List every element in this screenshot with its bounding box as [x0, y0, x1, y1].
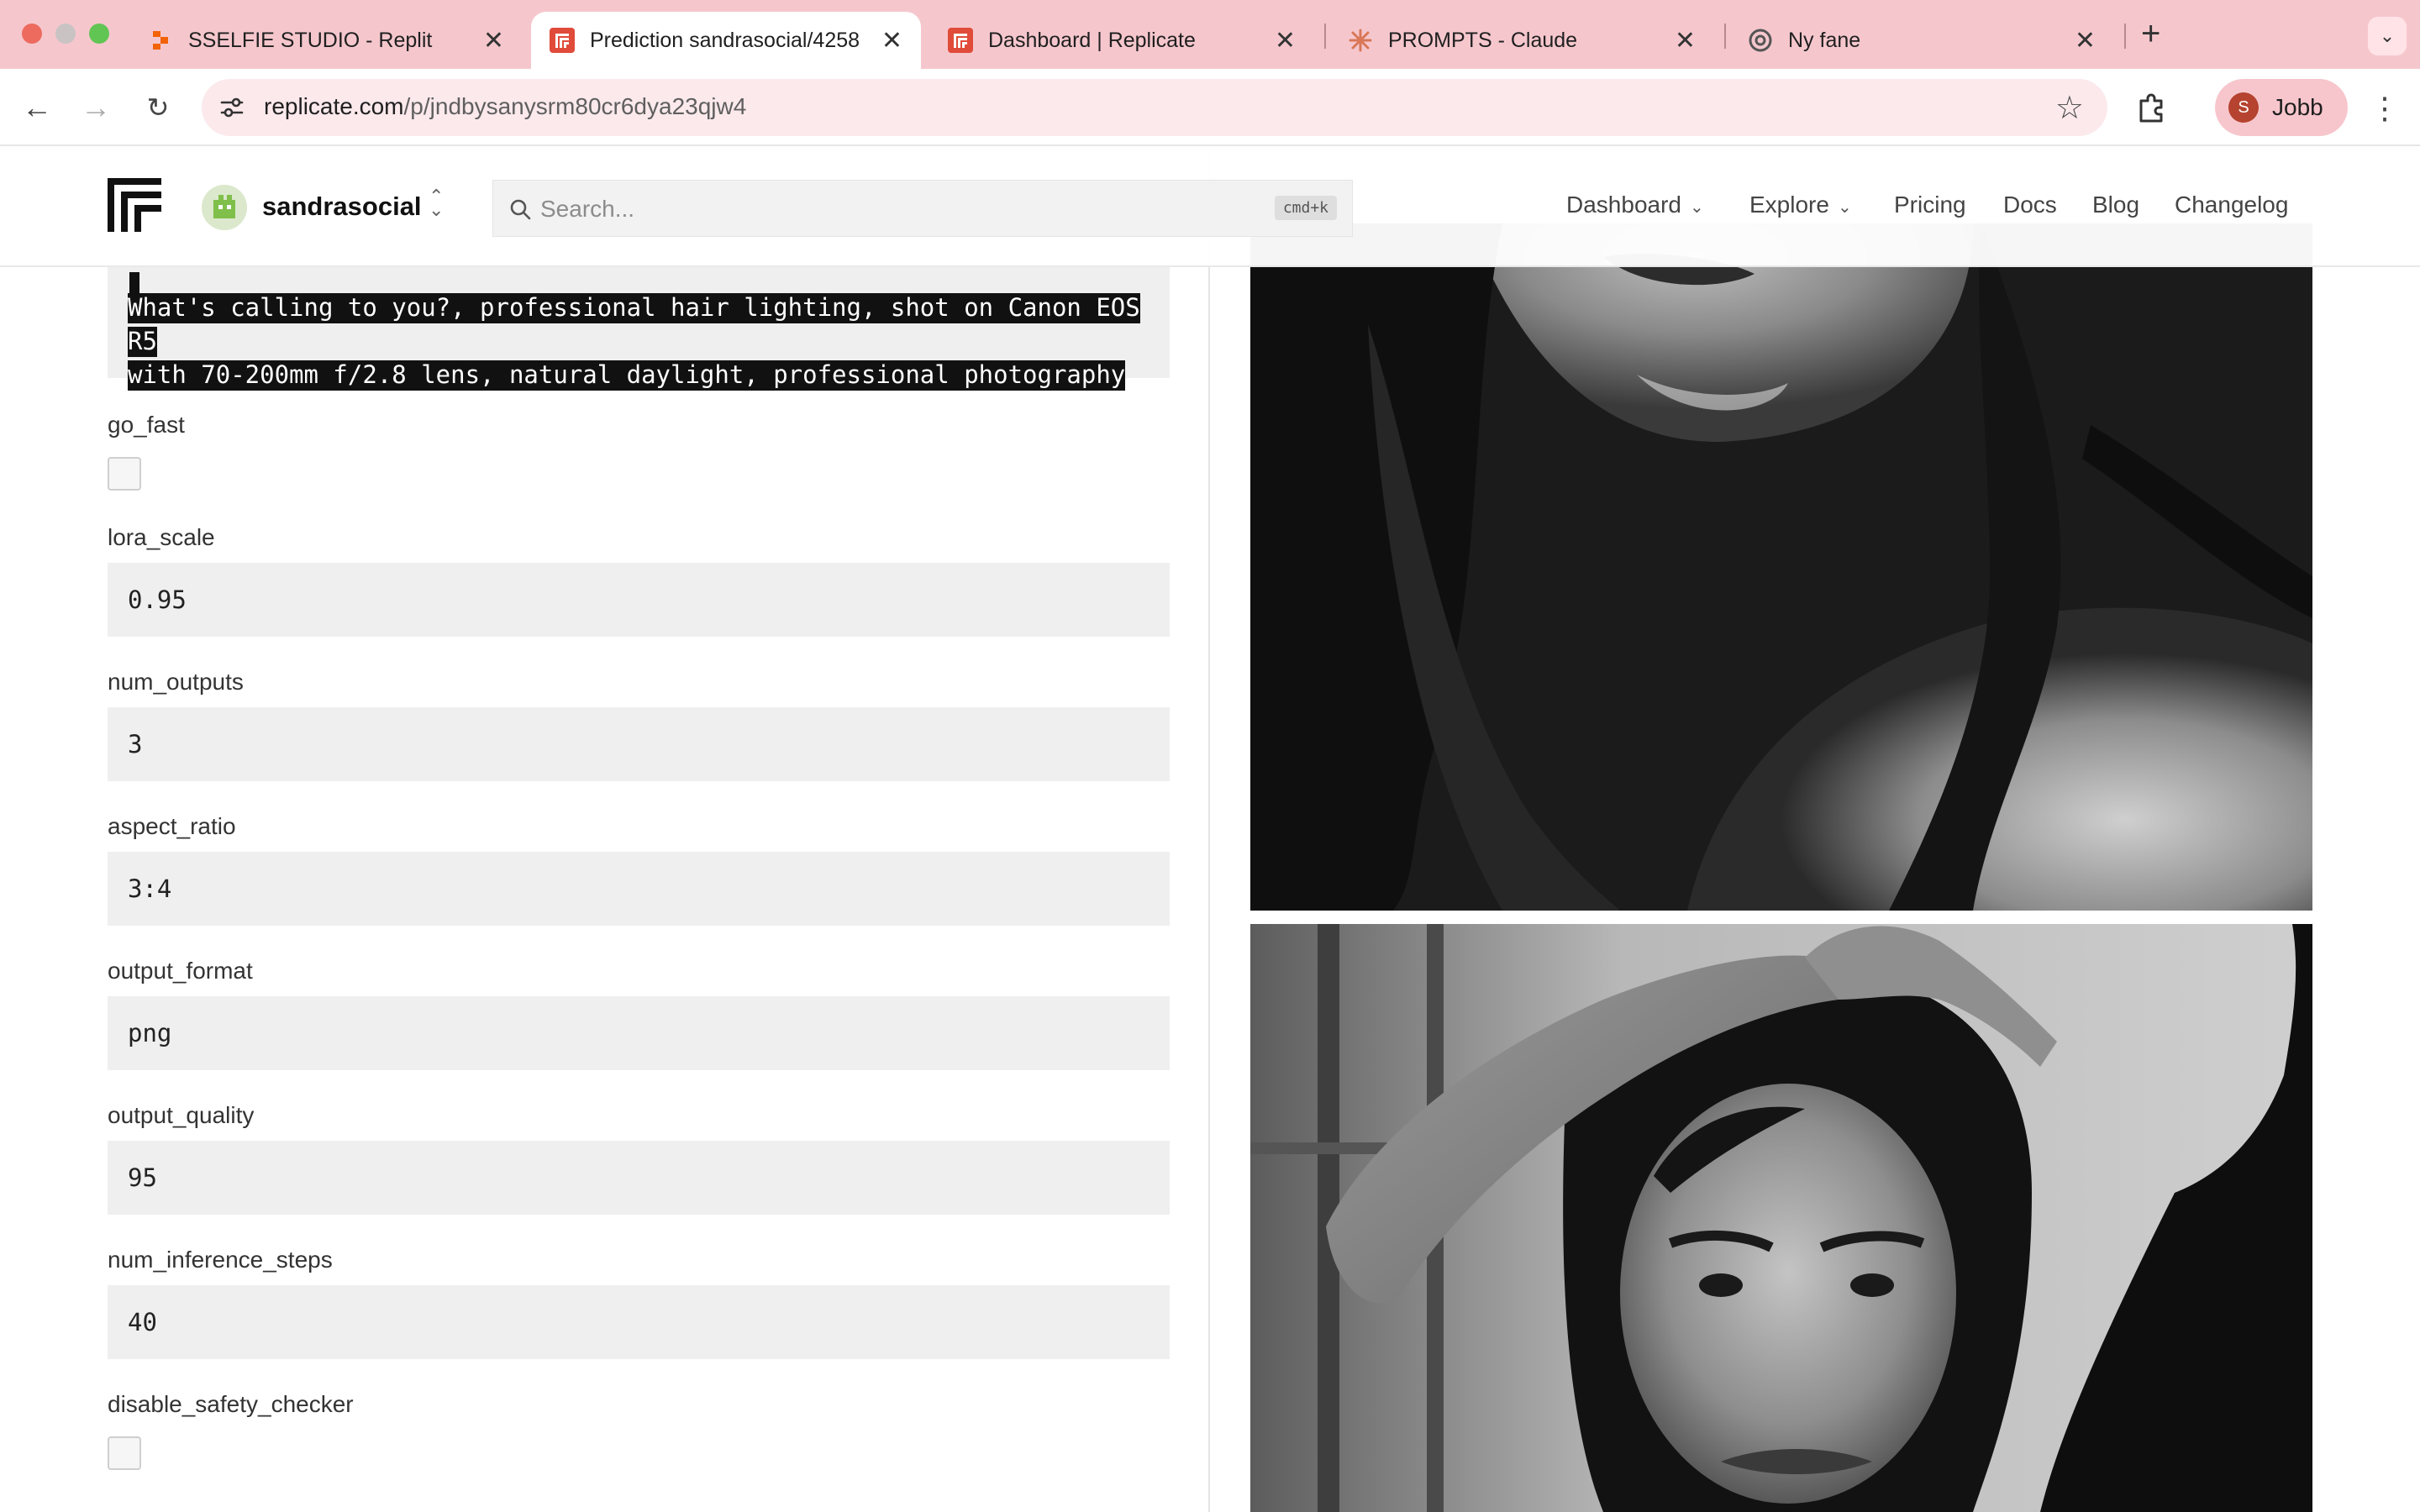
nav-docs[interactable]: Docs: [2003, 192, 2057, 218]
prompt-line-1: What's calling to you?, professional hai…: [128, 293, 1140, 357]
tab-prediction[interactable]: Prediction sandrasocial/4258 ✕: [531, 12, 921, 69]
bookmark-star-icon[interactable]: ☆: [2055, 89, 2084, 127]
prompt-line-2: with 70-200mm f/2.8 lens, natural daylig…: [128, 360, 1126, 391]
site-settings-icon[interactable]: [218, 94, 245, 121]
tab-separator: [1324, 24, 1326, 49]
portrait-photo-1: [1250, 223, 2312, 911]
extensions-icon[interactable]: [2134, 89, 2171, 126]
column-divider: [1208, 148, 1210, 1512]
num-outputs-label: num_outputs: [108, 669, 244, 695]
url-host: replicate.com: [264, 93, 404, 119]
tab-separator: [1724, 24, 1726, 49]
output-format-label: output_format: [108, 958, 253, 984]
tab-title: SSELFIE STUDIO - Replit: [188, 28, 433, 52]
chevron-down-icon[interactable]: ⌄: [2368, 17, 2407, 55]
go-fast-checkbox[interactable]: [108, 457, 141, 491]
profile-name: Jobb: [2272, 94, 2323, 120]
tab-new-tab[interactable]: Ny fane ✕: [1729, 12, 2114, 69]
reload-icon[interactable]: ↻: [138, 87, 178, 128]
disable-safety-checker-checkbox[interactable]: [108, 1436, 141, 1470]
window-zoom-button[interactable]: [89, 24, 109, 44]
tab-title: PROMPTS - Claude: [1388, 28, 1578, 52]
back-icon[interactable]: ←: [17, 87, 57, 128]
num-outputs-input[interactable]: [108, 707, 1170, 781]
disable-safety-checker-label: disable_safety_checker: [108, 1391, 354, 1417]
go-fast-label: go_fast: [108, 412, 185, 438]
avatar: S: [2228, 92, 2259, 123]
search-icon: [510, 199, 531, 220]
search-input[interactable]: [540, 191, 1213, 228]
prompt-text: What's calling to you?, professional hai…: [128, 291, 1144, 391]
tab-title: Ny fane: [1788, 28, 1861, 52]
tab-prompts-claude[interactable]: PROMPTS - Claude ✕: [1329, 12, 1714, 69]
output-quality-input[interactable]: [108, 1141, 1170, 1215]
prediction-input-form: What's calling to you?, professional hai…: [0, 148, 1210, 1512]
chevron-down-icon: ⌄: [1689, 198, 1704, 217]
search-shortcut-badge: cmd+k: [1274, 196, 1337, 220]
chevron-updown-icon[interactable]: ⌃ ⌄: [429, 187, 444, 219]
tab-dashboard-replicate[interactable]: Dashboard | Replicate ✕: [929, 12, 1314, 69]
url-path: /p/jndbysanysrm80cr6dya23qjw4: [403, 93, 747, 119]
nav-explore[interactable]: Explore ⌄: [1749, 192, 1852, 218]
page-content: What's calling to you?, professional hai…: [0, 148, 2420, 1512]
portrait-photo-2: [1250, 924, 2312, 1512]
tab-title: Dashboard | Replicate: [988, 28, 1196, 52]
output-image-1[interactable]: [1250, 223, 2312, 911]
aspect-ratio-input[interactable]: [108, 852, 1170, 926]
site-header: sandrasocial ⌃⌄ cmd+k Dashboard ⌄ Explore…: [0, 148, 2420, 267]
output-format-input[interactable]: [108, 996, 1170, 1070]
close-icon[interactable]: ✕: [1275, 26, 1296, 55]
num-inference-steps-input[interactable]: [108, 1285, 1170, 1359]
account-avatar[interactable]: [202, 185, 247, 230]
address-bar[interactable]: replicate.com/p/jndbysanysrm80cr6dya23qj…: [202, 79, 2107, 136]
lora-scale-label: lora_scale: [108, 524, 215, 550]
chrome-icon: [1748, 28, 1773, 53]
replit-icon: [148, 28, 173, 53]
num-inference-steps-label: num_inference_steps: [108, 1247, 333, 1273]
replicate-icon: [550, 28, 575, 53]
window-minimize-button[interactable]: [55, 24, 76, 44]
browser-menu-icon[interactable]: ⋮: [2370, 91, 2400, 126]
forward-icon[interactable]: →: [76, 87, 116, 128]
nav-dashboard-label: Dashboard: [1566, 192, 1681, 218]
replicate-logo-icon[interactable]: [108, 178, 161, 232]
browser-tab-strip: SSELFIE STUDIO - Replit ✕ Prediction san…: [0, 0, 2420, 69]
aspect-ratio-label: aspect_ratio: [108, 813, 236, 839]
close-icon[interactable]: ✕: [2075, 26, 2096, 55]
close-icon[interactable]: ✕: [881, 26, 902, 55]
tab-sselfie-studio[interactable]: SSELFIE STUDIO - Replit ✕: [129, 12, 523, 69]
close-icon[interactable]: ✕: [1675, 26, 1696, 55]
nav-pricing[interactable]: Pricing: [1894, 192, 1966, 218]
window-close-button[interactable]: [22, 24, 42, 44]
new-tab-button[interactable]: +: [2141, 15, 2160, 53]
chevron-down-icon: ⌄: [1837, 198, 1852, 217]
search-box[interactable]: cmd+k: [492, 180, 1353, 237]
nav-dashboard[interactable]: Dashboard ⌄: [1566, 192, 1704, 218]
nav-explore-label: Explore: [1749, 192, 1829, 218]
tab-title: Prediction sandrasocial/4258: [590, 28, 860, 52]
tab-separator: [2124, 24, 2126, 49]
account-name[interactable]: sandrasocial: [262, 192, 422, 222]
nav-changelog[interactable]: Changelog: [2175, 192, 2288, 218]
claude-icon: [1348, 28, 1373, 53]
lora-scale-input[interactable]: [108, 563, 1170, 637]
nav-blog[interactable]: Blog: [2092, 192, 2139, 218]
profile-button[interactable]: S Jobb: [2215, 79, 2348, 136]
output-quality-label: output_quality: [108, 1102, 255, 1128]
close-icon[interactable]: ✕: [483, 26, 504, 55]
replicate-icon: [948, 28, 973, 53]
url-text: replicate.com/p/jndbysanysrm80cr6dya23qj…: [264, 93, 746, 120]
output-image-2[interactable]: [1250, 924, 2312, 1512]
browser-toolbar: ← → ↻ replicate.com/p/jndbysanysrm80cr6d…: [0, 69, 2420, 146]
